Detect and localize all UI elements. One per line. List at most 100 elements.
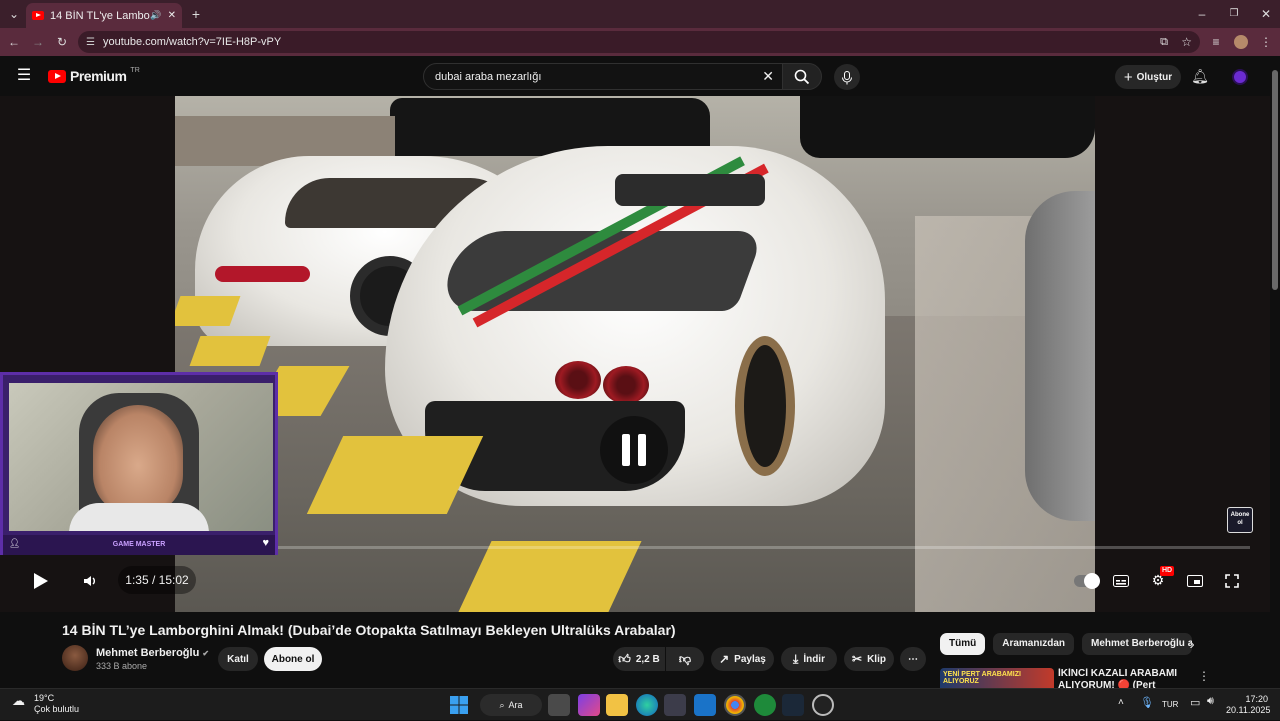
task-view-icon[interactable] xyxy=(548,694,570,716)
yellow-curb-image xyxy=(175,296,241,326)
like-button[interactable]: 👍︎ 2,2 B xyxy=(613,647,665,671)
bookmark-star-icon[interactable]: ☆ xyxy=(1181,35,1192,49)
speaker-icon[interactable]: 🔊 xyxy=(150,10,161,21)
hamburger-menu-icon[interactable]: ☰ xyxy=(14,66,34,86)
temperature: 19°C xyxy=(34,693,55,703)
chevron-right-icon[interactable]: › xyxy=(1182,635,1202,655)
webcam-overlay: GAME MASTER 👤︎ ♥ xyxy=(0,372,278,555)
channel-name[interactable]: Mehmet Berberoğlu ✔ xyxy=(96,647,209,659)
profile-avatar[interactable] xyxy=(1234,35,1248,49)
ferrari-wheel-image xyxy=(735,336,795,476)
thumbs-up-icon: 👍︎ xyxy=(618,651,631,666)
youtube-play-logo-icon xyxy=(48,69,66,83)
youtube-header: ☰ Premium TR dubai araba mezarlığı ✕ + O… xyxy=(0,56,1270,96)
autoplay-toggle[interactable] xyxy=(1068,565,1104,595)
chip-from-search[interactable]: Aramanızdan xyxy=(993,633,1075,655)
silver-car-image xyxy=(1025,191,1095,521)
share-label: Paylaş xyxy=(734,653,766,665)
new-tab-button[interactable]: + xyxy=(186,4,206,24)
more-actions-button[interactable]: ⋯ xyxy=(900,647,926,671)
language-indicator[interactable]: TUR xyxy=(1162,700,1178,709)
voice-search-button[interactable] xyxy=(834,64,860,90)
system-clock[interactable]: 17:20 20.11.2025 xyxy=(1226,694,1270,716)
fullscreen-icon[interactable] xyxy=(1214,565,1250,595)
share-button[interactable]: ↗ Paylaş xyxy=(711,647,774,671)
tab-close-icon[interactable]: ✕ xyxy=(168,10,176,21)
play-button[interactable] xyxy=(22,565,60,595)
scissors-icon: ✂ xyxy=(852,652,863,666)
microphone-tray-icon[interactable]: 🎙︎ xyxy=(1140,696,1154,709)
person-icon: 👤︎ xyxy=(9,538,21,548)
app-icon[interactable] xyxy=(812,694,834,716)
show-hidden-icons-icon[interactable]: ˄ xyxy=(1118,697,1124,708)
sidebar-video-title[interactable]: İKİNCİ KAZALI ARABAMI ALIYORUM! 🔴 (Pert … xyxy=(1058,668,1182,688)
weather-widget[interactable]: 19°C Çok bulutlu xyxy=(34,693,79,715)
url-text: youtube.com/watch?v=7IE-H8P-vPY xyxy=(102,36,282,48)
join-button[interactable]: Katıl xyxy=(218,647,258,671)
windows-start-icon[interactable] xyxy=(448,694,470,716)
browser-tab[interactable]: 14 BİN TL'ye Lamborghini Al 🔊 ✕ xyxy=(26,3,182,28)
chrome-menu-icon[interactable]: ⋮ xyxy=(1256,32,1276,52)
store-icon[interactable] xyxy=(664,694,686,716)
close-window-button[interactable]: ✕ xyxy=(1256,4,1276,24)
install-app-icon[interactable]: ⧉ xyxy=(1160,36,1168,49)
notifications-bell-icon[interactable]: 🔔︎ xyxy=(1190,66,1210,86)
media-controls-icon[interactable]: ≡ xyxy=(1206,32,1226,52)
sidebar-video-menu-icon[interactable]: ⋮ xyxy=(1194,666,1214,686)
search-icon: ⌕ xyxy=(499,699,505,710)
logo-text: Premium xyxy=(70,68,127,84)
pause-overlay-icon[interactable] xyxy=(600,416,668,484)
chip-channel[interactable]: Mehmet Berberoğlu adlı xyxy=(1082,633,1193,655)
search-query: dubai araba mezarlığı xyxy=(435,70,542,83)
account-avatar[interactable] xyxy=(1232,69,1248,85)
steam-icon[interactable] xyxy=(782,694,804,716)
more-icon: ⋯ xyxy=(908,653,918,665)
xbox-icon[interactable] xyxy=(754,694,776,716)
sidebar-video-thumbnail[interactable]: YENİ PERT ARABAMIZI ALIYORUZ xyxy=(940,668,1054,688)
subtitles-icon[interactable] xyxy=(1103,565,1139,595)
speaker-tray-icon[interactable]: 🔊︎ xyxy=(1207,695,1214,708)
file-explorer-icon[interactable] xyxy=(606,694,628,716)
page-scrollbar[interactable] xyxy=(1270,56,1280,688)
channel-avatar[interactable] xyxy=(62,645,88,671)
region-code: TR xyxy=(130,66,140,74)
volume-button[interactable] xyxy=(72,565,108,595)
search-button[interactable] xyxy=(782,63,822,90)
maximize-button[interactable]: ❐ xyxy=(1224,4,1244,24)
network-icon[interactable]: ▭ xyxy=(1190,696,1200,709)
mail-icon[interactable] xyxy=(694,694,716,716)
forward-icon[interactable]: → xyxy=(28,32,48,52)
tab-title: 14 BİN TL'ye Lamborghini Al xyxy=(50,9,150,22)
edge-browser-icon[interactable] xyxy=(636,694,658,716)
plus-icon: + xyxy=(1123,68,1133,86)
miniplayer-icon[interactable] xyxy=(1177,565,1213,595)
address-bar[interactable]: ☰ youtube.com/watch?v=7IE-H8P-vPY ⧉ ☆ xyxy=(78,31,1200,53)
dislike-button[interactable]: 👎︎ xyxy=(666,647,704,671)
chip-all[interactable]: Tümü xyxy=(940,633,986,655)
scrollbar-thumb[interactable] xyxy=(1272,70,1278,290)
ferrari-window-image xyxy=(615,174,765,206)
back-icon[interactable]: ← xyxy=(4,32,24,52)
youtube-logo[interactable]: Premium TR xyxy=(48,66,140,84)
chrome-taskbar-icon[interactable] xyxy=(724,694,746,716)
recommendation-chips: Tümü Aramanızdan Mehmet Berberoğlu adlı xyxy=(940,633,1193,657)
thumbs-down-icon: 👎︎ xyxy=(678,651,692,666)
hd-badge: HD xyxy=(1160,566,1175,576)
search-input[interactable]: dubai araba mezarlığı ✕ xyxy=(423,63,783,90)
site-info-icon[interactable]: ☰ xyxy=(86,37,95,48)
reload-icon[interactable]: ↻ xyxy=(52,32,72,52)
clip-button[interactable]: ✂ Klip xyxy=(844,647,894,671)
create-button[interactable]: + Oluştur xyxy=(1115,65,1181,89)
video-frame[interactable] xyxy=(175,96,1095,612)
subscribe-button[interactable]: Abone ol xyxy=(264,647,322,671)
tab-search-icon[interactable]: ⌄ xyxy=(4,4,24,24)
channel-watermark[interactable]: Abone ol xyxy=(1227,507,1253,533)
taskbar-search[interactable]: ⌕ Ara xyxy=(480,694,542,716)
clear-search-icon[interactable]: ✕ xyxy=(762,68,774,85)
streamer-shirt-image xyxy=(69,503,209,531)
like-count: 2,2 B xyxy=(635,653,660,665)
widgets-icon[interactable] xyxy=(578,694,600,716)
black-sedan-image xyxy=(800,96,1095,158)
download-button[interactable]: ⤓ İndir xyxy=(781,647,837,671)
minimize-button[interactable]: – xyxy=(1192,4,1212,24)
